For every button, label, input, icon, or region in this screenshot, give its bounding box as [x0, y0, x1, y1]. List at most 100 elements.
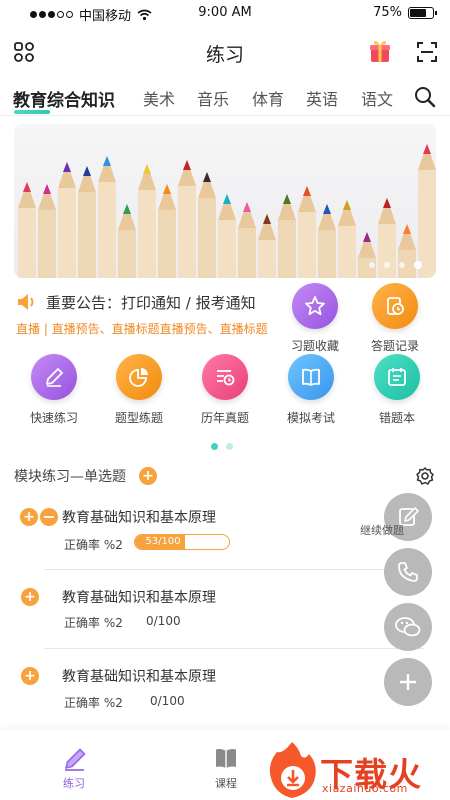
- subject-tabs: 教育综合知识 美术 音乐 体育 英语 语文: [0, 80, 450, 116]
- settings-gear-icon[interactable]: [415, 466, 435, 486]
- pencil-tip: [363, 232, 371, 242]
- past-exams-label: 历年真题: [200, 411, 249, 425]
- divider: [44, 569, 424, 570]
- progress-bar: 53/100: [134, 534, 230, 550]
- answer-record-label: 答题记录: [370, 339, 419, 353]
- pencil-tip: [263, 214, 271, 224]
- phone-button[interactable]: [384, 548, 432, 596]
- clock-document-icon: [387, 297, 404, 315]
- gift-icon[interactable]: [368, 38, 392, 64]
- module-item-title[interactable]: 教育基础知识和基本原理: [62, 507, 216, 527]
- progress-count: 0/100: [150, 694, 185, 708]
- speaker-icon: [18, 294, 34, 310]
- nav-course-label[interactable]: 课程: [215, 775, 237, 791]
- pencil-tip: [203, 172, 211, 182]
- progress-text: 53/100: [145, 536, 181, 547]
- app-screen: 中国移动 9:00 AM 75% 练习 教育综合知识 美术 音乐 体育 英语 语…: [0, 0, 450, 800]
- status-bar: 中国移动 9:00 AM 75%: [0, 0, 450, 28]
- pencil-body: [198, 198, 216, 278]
- banner-pagination: [369, 261, 422, 269]
- pencil-body: [218, 220, 236, 278]
- pencils-illustration: [18, 144, 436, 278]
- pencil-body: [318, 230, 336, 278]
- pencil-tip: [343, 200, 351, 210]
- tab-chinese[interactable]: 语文: [361, 86, 393, 110]
- pencil-tip: [303, 186, 311, 196]
- promo-banner[interactable]: [14, 124, 436, 278]
- battery-percent: 75%: [373, 5, 402, 20]
- pencil-body: [178, 186, 196, 278]
- pencil-tip: [103, 156, 111, 166]
- add-module-button[interactable]: +: [139, 467, 157, 485]
- announcement-text[interactable]: 重要公告：打印通知 / 报考通知: [46, 292, 256, 313]
- pencil-tip: [423, 144, 431, 154]
- continue-practice-label: 继续做题: [360, 524, 404, 537]
- answer-record-button[interactable]: [372, 283, 418, 329]
- pie-chart-icon: [129, 368, 148, 387]
- watermark-url: xiazaihuo.com: [322, 782, 408, 795]
- wechat-button[interactable]: [384, 603, 432, 651]
- favorites-label: 习题收藏: [290, 339, 339, 353]
- collapse-item-button[interactable]: −: [40, 508, 58, 526]
- pencil-tip: [83, 166, 91, 176]
- search-icon[interactable]: [414, 86, 436, 108]
- add-button[interactable]: [384, 658, 432, 706]
- pencil-tip: [243, 202, 251, 212]
- module-item-title[interactable]: 教育基础知识和基本原理: [62, 587, 216, 607]
- pencil-body: [78, 192, 96, 278]
- tab-english[interactable]: 英语: [306, 86, 338, 110]
- grid-pagination: [211, 443, 233, 450]
- pencil-tip: [23, 182, 31, 192]
- battery-icon: [408, 6, 437, 19]
- course-tab-icon[interactable]: [213, 746, 239, 772]
- scan-icon[interactable]: [416, 41, 438, 63]
- expand-item-button[interactable]: +: [20, 508, 38, 526]
- phone-icon: [398, 562, 418, 582]
- tab-sports[interactable]: 体育: [252, 86, 284, 110]
- wrong-answers-button[interactable]: [374, 354, 420, 400]
- mock-exam-label: 模拟考试: [286, 411, 335, 425]
- quick-practice-label: 快速练习: [29, 411, 78, 425]
- nav-practice-label[interactable]: 练习: [63, 775, 85, 791]
- pencil-tip: [123, 204, 131, 214]
- accuracy-text: 正确率 %2: [64, 538, 123, 552]
- star-icon: [305, 296, 325, 316]
- active-tab-indicator: [14, 110, 50, 114]
- expand-item-button[interactable]: +: [21, 588, 39, 606]
- notebook-icon: [388, 368, 406, 386]
- plus-icon: [400, 674, 416, 690]
- pencil-tip: [163, 184, 171, 194]
- module-title: 模块练习—单选题: [14, 469, 126, 485]
- book-icon: [302, 368, 320, 386]
- live-links[interactable]: 直播 | 直播预告、直播标题直播预告、直播标题: [16, 320, 268, 337]
- pencil-tip: [223, 194, 231, 204]
- history-list-icon: [217, 370, 235, 386]
- pencil-tip: [63, 162, 71, 172]
- expand-item-button[interactable]: +: [21, 667, 39, 685]
- past-exams-button[interactable]: [202, 354, 248, 400]
- pencil-body: [38, 210, 56, 278]
- module-item-title[interactable]: 教育基础知识和基本原理: [62, 666, 216, 686]
- pencil-body: [118, 230, 136, 278]
- tab-art[interactable]: 美术: [143, 86, 175, 110]
- pencil-body: [258, 240, 276, 278]
- question-type-button[interactable]: [116, 354, 162, 400]
- tab-education[interactable]: 教育综合知识: [13, 86, 115, 111]
- pencil-tip: [183, 160, 191, 170]
- pencil-body: [238, 228, 256, 278]
- pencil-body: [58, 188, 76, 278]
- pencil-body: [138, 190, 156, 278]
- pencil-body: [278, 220, 296, 278]
- practice-tab-icon[interactable]: [62, 746, 88, 772]
- wechat-icon: [395, 617, 421, 637]
- xiazaihuo-logo-icon: [269, 742, 316, 798]
- wrong-answers-label: 错题本: [378, 411, 415, 425]
- pencil-tip: [383, 198, 391, 208]
- mock-exam-button[interactable]: [288, 354, 334, 400]
- pencil-body: [378, 224, 396, 278]
- quick-practice-button[interactable]: [31, 354, 77, 400]
- divider: [44, 648, 424, 649]
- pencil-tip: [143, 164, 151, 174]
- favorites-button[interactable]: [292, 283, 338, 329]
- tab-music[interactable]: 音乐: [197, 86, 229, 110]
